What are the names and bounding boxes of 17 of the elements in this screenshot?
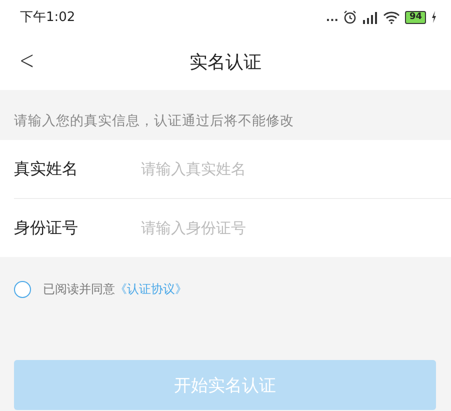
more-indicator: ... bbox=[326, 10, 338, 24]
charging-icon bbox=[431, 11, 437, 23]
alarm-icon bbox=[343, 10, 358, 24]
agree-checkbox[interactable] bbox=[14, 281, 31, 298]
status-time: 下午1:02 bbox=[20, 9, 76, 26]
wifi-icon bbox=[383, 10, 400, 24]
page-title: 实名认证 bbox=[190, 51, 262, 74]
field-label: 身份证号 bbox=[14, 218, 79, 238]
notice-text: 请输入您的真实信息，认证通过后将不能修改 bbox=[13, 112, 295, 131]
agreement-link[interactable]: 《认证协议》 bbox=[115, 282, 187, 296]
input-field[interactable]: 请输入身份证号 bbox=[141, 217, 391, 239]
agreement-text: 已阅读并同意《认证协议》 bbox=[43, 281, 187, 298]
battery-indicator: 94 bbox=[405, 10, 426, 24]
field-label: 真实姓名 bbox=[14, 158, 79, 180]
input-field[interactable]: 请输入真实姓名 bbox=[141, 158, 391, 180]
signal-icon bbox=[362, 10, 378, 24]
back-button[interactable]: < bbox=[15, 46, 39, 76]
